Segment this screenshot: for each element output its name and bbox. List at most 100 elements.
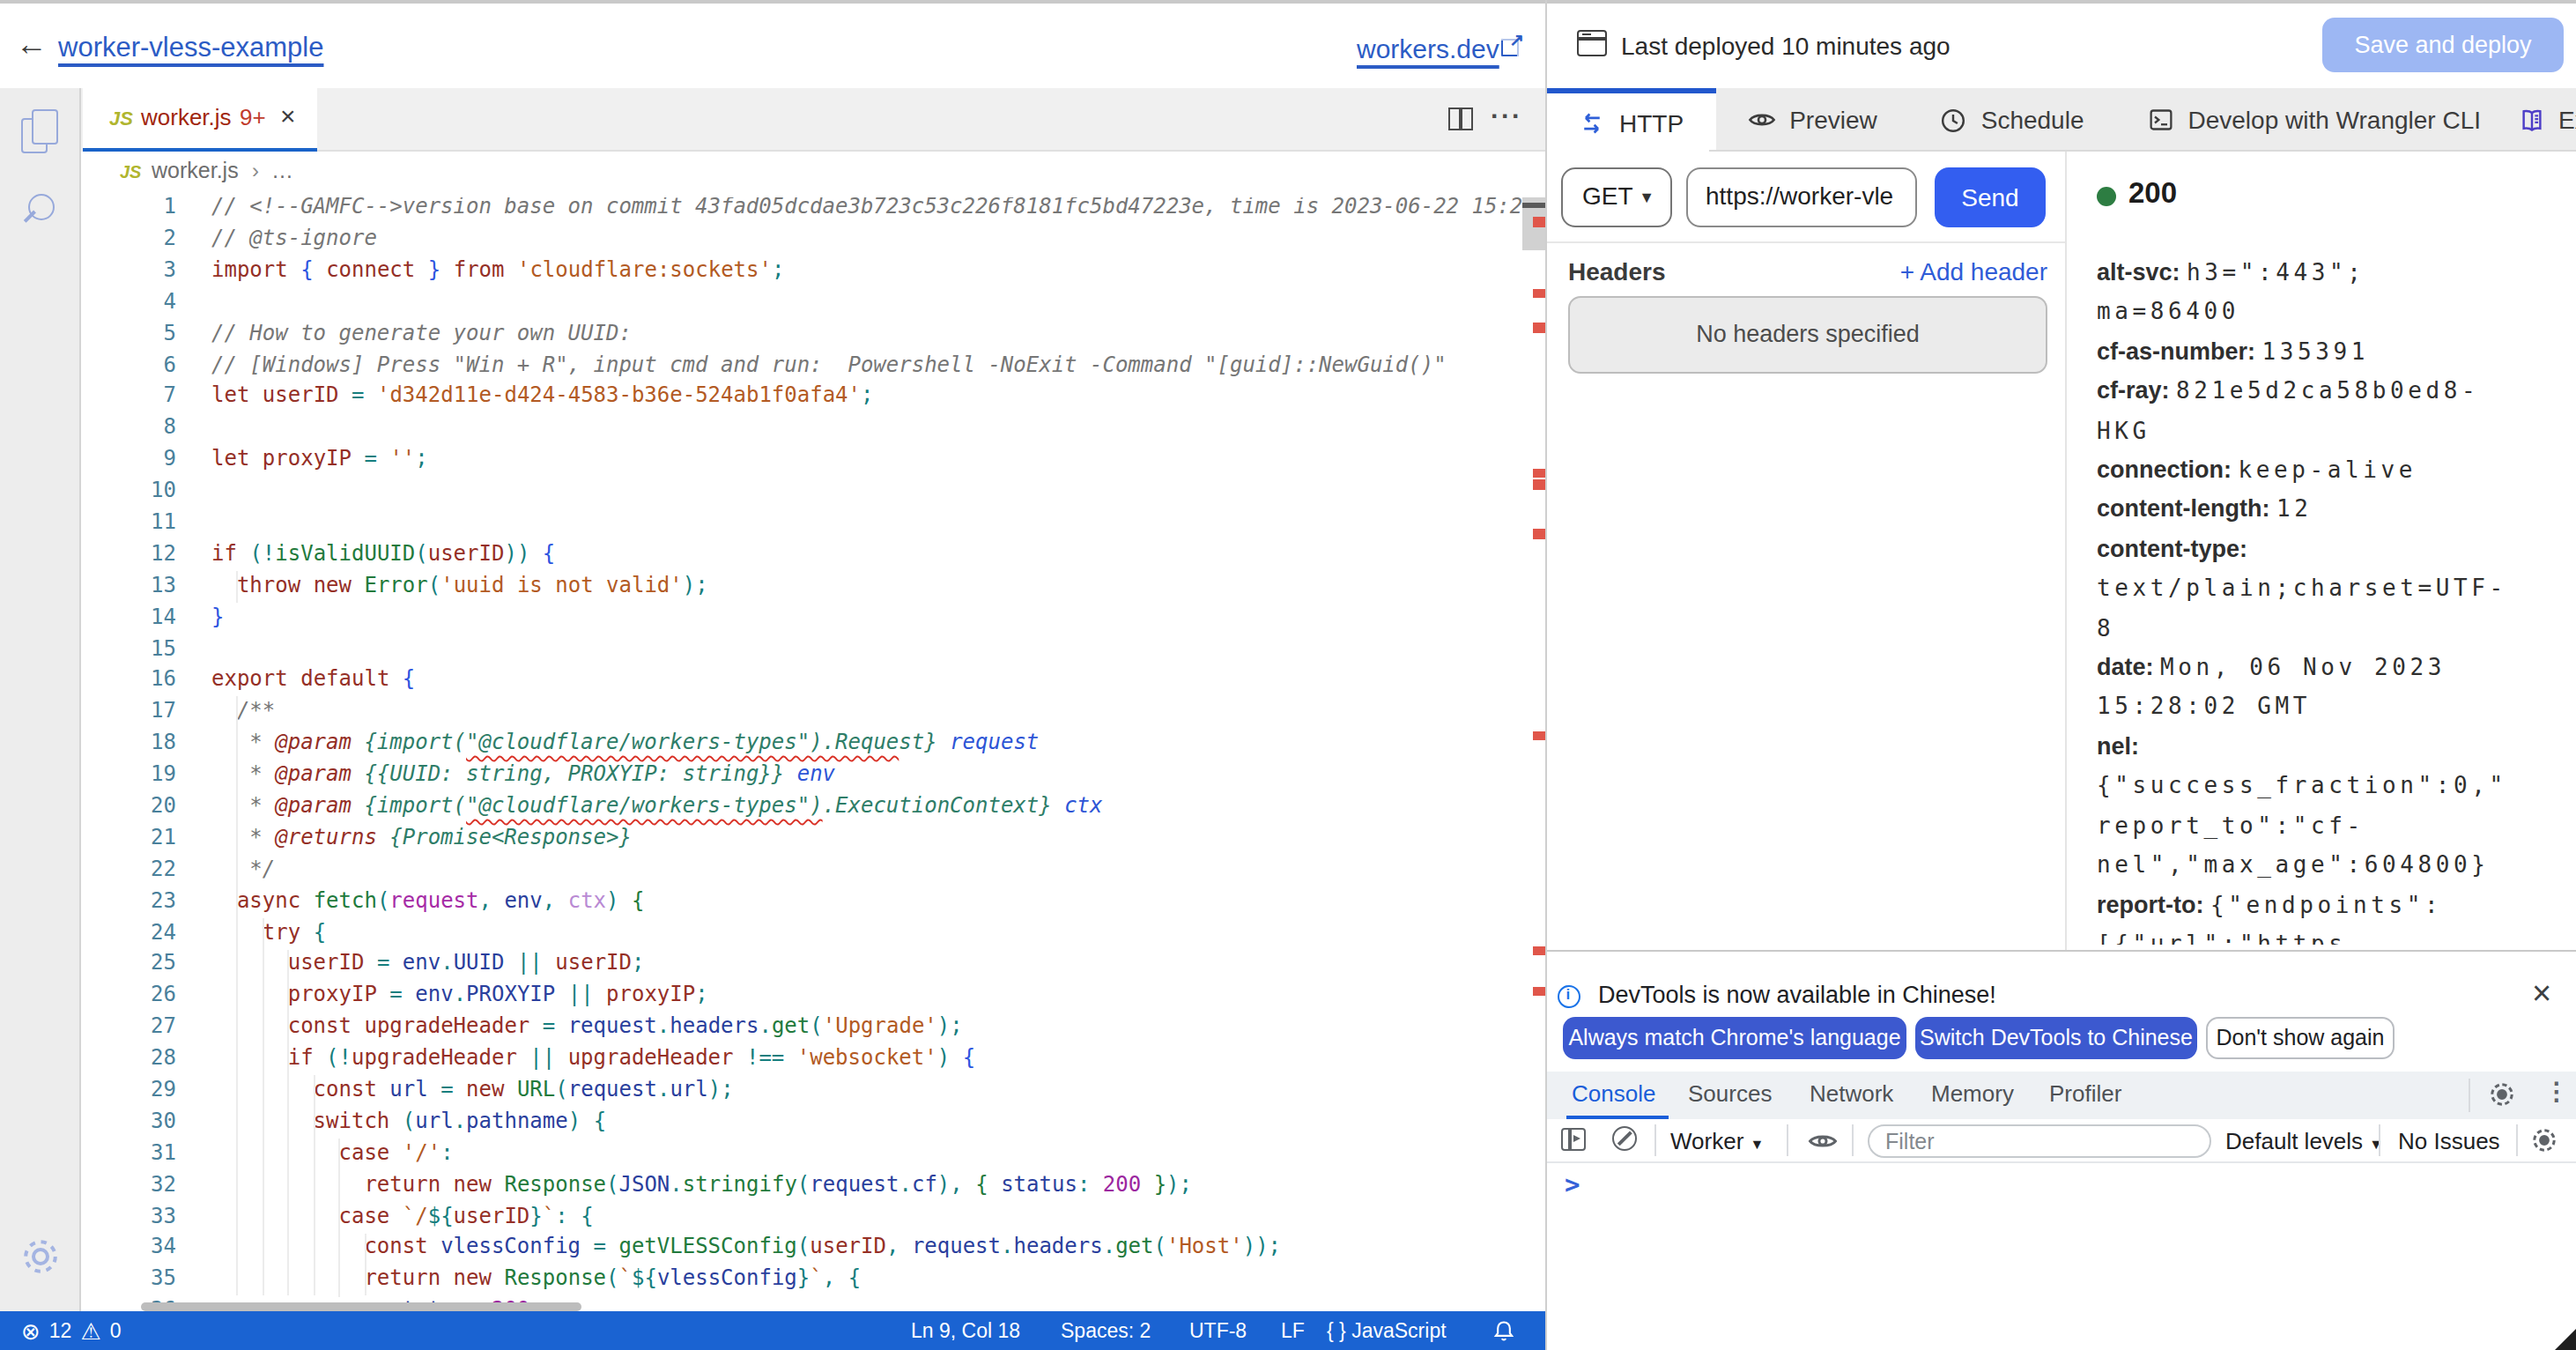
indentation[interactable]: Spaces: 2 [1061,1311,1151,1350]
line-number: 12 [81,539,176,571]
editor-more-actions-icon[interactable]: ··· [1491,100,1522,130]
log-levels-dropdown[interactable]: Default levels ▼ [2225,1128,2383,1154]
error-count[interactable]: 12 [49,1320,72,1341]
code-line[interactable]: 24 try { [81,917,1522,949]
code-line[interactable]: 31 case '/': [81,1139,1522,1170]
no-issues-label[interactable]: No Issues [2398,1128,2500,1154]
live-expression-icon[interactable] [1808,1126,1838,1156]
code-line[interactable]: 17 /** [81,697,1522,729]
code-line[interactable]: 29 const url = new URL(request.url); [81,1075,1522,1107]
devtools-settings-icon[interactable] [2488,1080,2516,1109]
code-line[interactable]: 35 return new Response(`${vlessConfig}`,… [81,1265,1522,1296]
bell-icon[interactable] [1492,1311,1515,1342]
code-line[interactable]: 6// [Windows] Press "Win + R", input cmd… [81,350,1522,382]
close-icon[interactable]: × [2532,975,2551,1013]
workers-dev-link[interactable]: workers.dev [1357,33,1499,63]
tab-preview[interactable]: Preview [1715,88,1909,152]
code-line[interactable]: 3import { connect } from 'cloudflare:soc… [81,256,1522,287]
tab-memory[interactable]: Memory [1931,1080,2014,1107]
tab-profiler[interactable]: Profiler [2049,1080,2121,1107]
tab-sources[interactable]: Sources [1688,1080,1772,1107]
editor-scrollbar[interactable] [1522,197,1547,1311]
send-button[interactable]: Send [1935,167,2046,227]
match-chrome-language-button[interactable]: Always match Chrome's language [1563,1017,1906,1059]
add-header-button[interactable]: + Add header [1832,257,2047,286]
code-text: try { [211,917,326,949]
tab-close-icon[interactable]: × [280,100,296,130]
tab-wrangler-cli[interactable]: Develop with Wrangler CLI [2116,88,2513,152]
editor-tab-workerjs[interactable]: JS worker.js 9+ × [83,88,317,152]
code-line[interactable]: 5// How to generate your own UUID: [81,318,1522,350]
devtools-top-border [1547,950,2576,952]
clear-console-icon[interactable] [1612,1126,1637,1151]
code-line[interactable]: 20 * @param {import("@cloudflare/workers… [81,791,1522,823]
line-number: 26 [81,981,176,1012]
cursor-position[interactable]: Ln 9, Col 18 [911,1311,1020,1350]
search-icon[interactable] [23,194,58,233]
split-editor-icon[interactable] [1448,108,1473,130]
warning-count[interactable]: 0 [110,1320,122,1341]
language-mode[interactable]: { } JavaScript [1327,1311,1447,1350]
eol-type[interactable]: LF [1281,1311,1305,1350]
code-line[interactable]: 15 [81,634,1522,665]
resize-handle[interactable] [2555,1329,2576,1350]
console-sidebar-icon[interactable] [1561,1128,1586,1151]
code-text: userID = env.UUID || userID; [211,949,644,981]
code-line[interactable]: 34 const vlessConfig = getVLESSConfig(us… [81,1233,1522,1265]
js-file-icon: JS [109,108,133,129]
save-and-deploy-button[interactable]: Save and deploy [2322,18,2564,72]
switch-devtools-chinese-button[interactable]: Switch DevTools to Chinese [1915,1017,2197,1059]
code-line[interactable]: 33 case `/${userID}`: { [81,1201,1522,1233]
console-settings-icon[interactable] [2530,1126,2558,1154]
code-line[interactable]: 13 throw new Error('uuid is not valid'); [81,571,1522,603]
code-line[interactable]: 27 const upgradeHeader = request.headers… [81,1012,1522,1043]
tab-http[interactable]: HTTP [1547,88,1715,152]
url-input[interactable]: https://worker-vle [1686,167,1917,227]
code-line[interactable]: 8 [81,413,1522,445]
external-link-icon[interactable]: ↗ [1501,35,1522,56]
dont-show-again-button[interactable]: Don't show again [2206,1017,2395,1059]
settings-gear-icon[interactable] [18,1234,63,1280]
console-filter-input[interactable]: Filter [1868,1124,2211,1157]
code-line[interactable]: 23 async fetch(request, env, ctx) { [81,886,1522,917]
code-line[interactable]: 11 [81,508,1522,539]
method-dropdown[interactable]: GET▼ [1561,167,1672,227]
code-line[interactable]: 22 */ [81,855,1522,886]
code-line[interactable]: 14} [81,602,1522,634]
encoding[interactable]: UTF-8 [1189,1311,1247,1350]
code-editor[interactable]: 1// <!--GAMFC-->version base on commit 4… [81,197,1522,1311]
code-line[interactable]: 7let userID = 'd342d11e-d424-4583-b36e-5… [81,382,1522,413]
code-line[interactable]: 10 [81,476,1522,508]
code-line[interactable]: 28 if (!upgradeHeader || upgradeHeader !… [81,1043,1522,1075]
code-line[interactable]: 32 return new Response(JSON.stringify(re… [81,1169,1522,1201]
code-line[interactable]: 4 [81,286,1522,318]
code-line[interactable]: 30 switch (url.pathname) { [81,1107,1522,1139]
breadcrumb[interactable]: JS worker.js › … [81,152,1547,197]
files-icon[interactable] [21,109,60,155]
console-prompt-chevron[interactable]: > [1565,1170,1580,1198]
code-line[interactable]: 1// <!--GAMFC-->version base on commit 4… [81,197,1522,224]
code-line[interactable]: 2// @ts-ignore [81,224,1522,256]
errors-icon[interactable]: ⊗ [21,1317,41,1344]
code-line[interactable]: 26 proxyIP = env.PROXYIP || proxyIP; [81,981,1522,1012]
tab-network[interactable]: Network [1810,1080,1893,1107]
project-title-link[interactable]: worker-vless-example [58,32,323,63]
breadcrumb-more[interactable]: … [271,159,293,183]
code-line[interactable]: 9let proxyIP = ''; [81,444,1522,476]
tab-explore[interactable]: Ex [2518,88,2576,152]
breadcrumb-file[interactable]: worker.js [152,159,239,183]
tab-console[interactable]: Console [1572,1080,1655,1107]
code-line[interactable]: 16export default { [81,665,1522,697]
code-text: * @param {import("@cloudflare/workers-ty… [211,791,1103,823]
horizontal-scrollbar-thumb[interactable] [141,1302,581,1311]
kebab-menu-icon[interactable]: ⋮ [2544,1077,2569,1105]
code-line[interactable]: 18 * @param {import("@cloudflare/workers… [81,728,1522,760]
context-dropdown[interactable]: Worker ▼ [1670,1128,1764,1154]
warnings-icon[interactable]: ⚠ [80,1317,100,1344]
back-arrow-icon[interactable]: ← [16,26,48,63]
tab-schedule[interactable]: Schedule [1909,88,2116,152]
code-line[interactable]: 12if (!isValidUUID(userID)) { [81,539,1522,571]
code-line[interactable]: 19 * @param {{UUID: string, PROXYIP: str… [81,760,1522,791]
code-line[interactable]: 21 * @returns {Promise<Response>} [81,823,1522,855]
code-line[interactable]: 25 userID = env.UUID || userID; [81,949,1522,981]
